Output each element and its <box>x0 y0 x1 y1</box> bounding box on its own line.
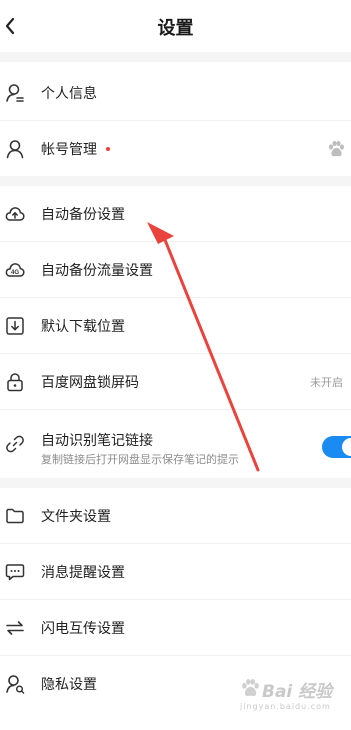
note-links-toggle[interactable] <box>322 436 351 458</box>
row-backup-traffic[interactable]: 4G 自动备份流量设置 <box>0 242 351 297</box>
row-label: 自动备份设置 <box>41 206 125 223</box>
baidu-paw-logo-icon <box>242 679 259 696</box>
section-gap <box>0 176 351 186</box>
row-download-location[interactable]: 默认下载位置 <box>0 298 351 353</box>
row-label: 百度网盘锁屏码 <box>41 374 139 391</box>
row-note-links: 自动识别笔记链接 复制链接后打开网盘显示保存笔记的提示 <box>0 410 351 478</box>
link-icon <box>6 435 24 453</box>
row-label: 隐私设置 <box>41 676 97 693</box>
user-profile-icon <box>6 83 24 102</box>
row-label: 消息提醒设置 <box>41 564 125 581</box>
row-label: 自动识别笔记链接 <box>41 433 153 449</box>
row-lock-screen[interactable]: 百度网盘锁屏码 未开启 <box>0 354 351 409</box>
row-folder[interactable]: 文件夹设置 <box>0 488 351 543</box>
row-transfer[interactable]: 闪电互传设置 <box>0 600 351 655</box>
lock-icon <box>7 372 23 391</box>
row-label: 默认下载位置 <box>41 318 125 335</box>
watermark-url: jingyan.baidu.com <box>240 702 331 711</box>
watermark: Bai 经验 jingyan.baidu.com <box>222 677 348 717</box>
row-label: 闪电互传设置 <box>41 620 125 637</box>
cloud-upload-icon <box>5 206 25 221</box>
lock-status-value: 未开启 <box>310 375 343 389</box>
folder-icon <box>6 508 24 523</box>
privacy-user-icon <box>6 674 25 694</box>
page-title: 设置 <box>157 18 194 39</box>
row-account-management[interactable]: 帐号管理 <box>0 121 351 176</box>
download-icon <box>6 316 24 335</box>
toggle-knob <box>342 438 351 456</box>
row-description: 复制链接后打开网盘显示保存笔记的提示 <box>41 453 239 466</box>
row-label: 帐号管理 <box>41 141 97 158</box>
transfer-arrows-icon <box>6 620 24 635</box>
row-notification[interactable]: 消息提醒设置 <box>0 544 351 599</box>
section-gap <box>0 52 351 62</box>
header: 设置 <box>0 0 351 52</box>
cloud-4g-icon: 4G <box>5 262 25 277</box>
message-icon <box>5 563 25 580</box>
user-icon <box>6 139 24 158</box>
row-label: 自动备份流量设置 <box>41 262 153 279</box>
section-gap <box>0 478 351 488</box>
row-label: 个人信息 <box>41 85 97 102</box>
row-label: 文件夹设置 <box>41 508 111 525</box>
row-personal-info[interactable]: 个人信息 <box>0 65 351 120</box>
baidu-paw-icon <box>329 140 344 156</box>
4g-icon-text: 4G <box>11 270 19 276</box>
watermark-title: Bai 经验 <box>262 682 333 702</box>
new-badge-dot <box>106 146 110 151</box>
row-auto-backup[interactable]: 自动备份设置 <box>0 186 351 241</box>
